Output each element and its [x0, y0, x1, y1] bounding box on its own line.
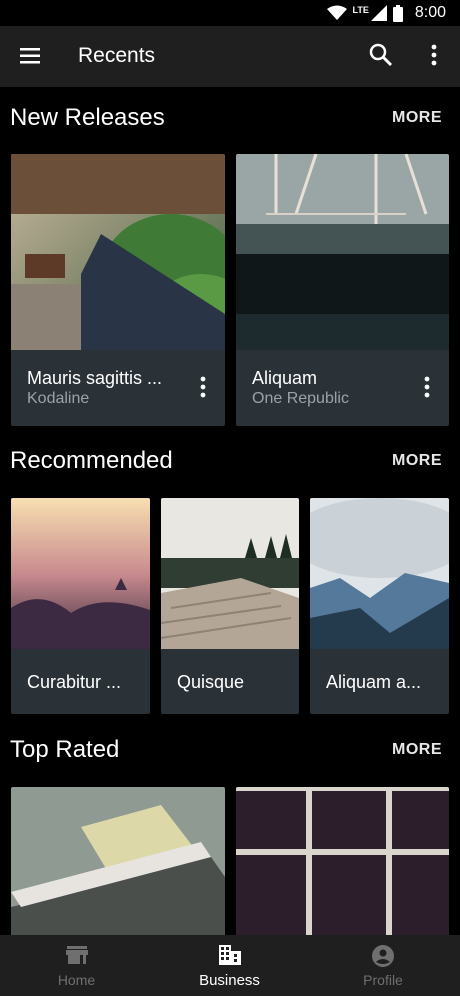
nav-item-profile[interactable]: Profile — [306, 935, 460, 996]
album-title: Aliquam — [252, 368, 318, 388]
playlist-image — [310, 498, 449, 649]
album-card[interactable]: Mauris sagittis ... Kodaline — [11, 154, 225, 426]
more-button-recommended[interactable]: MORE — [392, 452, 442, 470]
nav-item-business[interactable]: Business — [153, 935, 306, 996]
playlist-card[interactable]: Curabitur ... — [11, 498, 150, 714]
album-image — [236, 787, 449, 947]
bottom-navigation: Home Business Profile — [0, 935, 460, 996]
playlist-image — [161, 498, 299, 649]
playlist-title: Curabitur ... — [27, 672, 122, 692]
status-icons: LTE 8:00 — [326, 4, 446, 22]
section-title-new-releases: New Releases — [10, 104, 165, 131]
clock: 8:00 — [414, 4, 446, 21]
more-vert-icon[interactable] — [421, 374, 433, 400]
playlist-title: Aliquam a... — [326, 672, 422, 692]
playlist-card[interactable]: Aliquam a... — [310, 498, 449, 714]
signal-icon — [370, 5, 387, 21]
playlist-title: Quisque — [177, 672, 245, 692]
nav-label-home: Home — [57, 972, 96, 988]
more-vert-icon[interactable] — [424, 42, 444, 68]
battery-icon — [392, 4, 403, 22]
profile-icon — [372, 945, 394, 967]
app-bar: Recents — [0, 26, 460, 87]
lte-label: LTE — [352, 5, 369, 15]
section-title-recommended: Recommended — [10, 447, 173, 474]
album-artist: One Republic — [252, 390, 349, 407]
nav-label-business: Business — [199, 972, 260, 989]
album-image — [236, 154, 449, 350]
page-title: Recents — [78, 44, 156, 67]
more-button-new-releases[interactable]: MORE — [392, 109, 442, 127]
more-vert-icon[interactable] — [197, 374, 209, 400]
wifi-icon — [326, 5, 347, 20]
playlist-image — [11, 498, 150, 649]
album-image — [11, 154, 225, 350]
album-card[interactable] — [236, 787, 449, 947]
section-title-top-rated: Top Rated — [10, 736, 120, 763]
album-artist: Kodaline — [27, 390, 90, 407]
status-bar: LTE 8:00 — [0, 0, 460, 26]
album-image — [11, 787, 225, 947]
search-icon[interactable] — [368, 42, 394, 68]
business-icon — [218, 945, 241, 965]
menu-icon[interactable] — [18, 44, 44, 68]
playlist-card[interactable]: Quisque — [161, 498, 299, 714]
album-card[interactable]: Aliquam One Republic — [236, 154, 449, 426]
album-card[interactable] — [11, 787, 225, 947]
more-button-top-rated[interactable]: MORE — [392, 741, 442, 759]
nav-item-home[interactable]: Home — [0, 935, 153, 996]
store-icon — [65, 946, 88, 964]
nav-label-profile: Profile — [363, 972, 403, 988]
album-title: Mauris sagittis ... — [27, 368, 163, 388]
